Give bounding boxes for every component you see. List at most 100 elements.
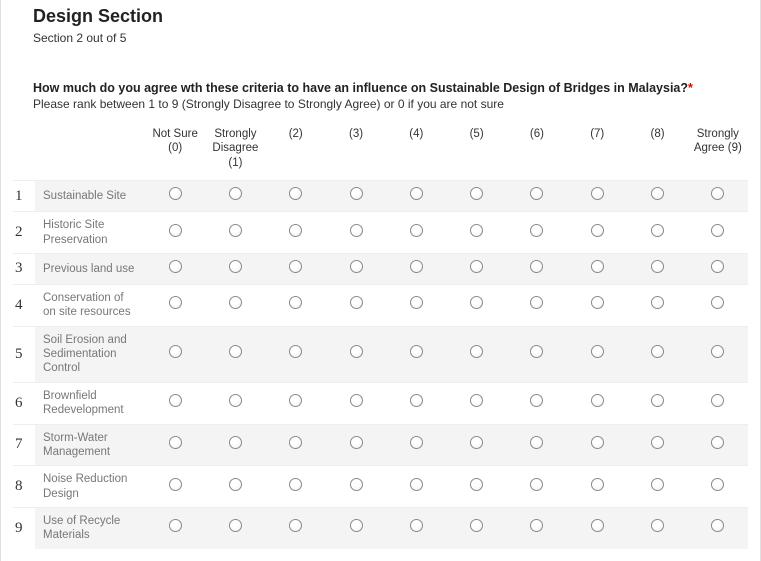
radio-option[interactable] — [470, 224, 483, 237]
radio-cell — [507, 466, 567, 508]
radio-cell — [446, 466, 506, 508]
radio-option[interactable] — [591, 478, 604, 491]
radio-option[interactable] — [350, 296, 363, 309]
radio-option[interactable] — [350, 478, 363, 491]
radio-option[interactable] — [289, 187, 302, 200]
radio-option[interactable] — [651, 436, 664, 449]
radio-option[interactable] — [169, 478, 182, 491]
radio-option[interactable] — [350, 260, 363, 273]
radio-option[interactable] — [350, 345, 363, 358]
radio-option[interactable] — [470, 394, 483, 407]
radio-option[interactable] — [410, 436, 423, 449]
radio-option[interactable] — [530, 519, 543, 532]
radio-option[interactable] — [470, 519, 483, 532]
radio-cell — [688, 508, 748, 549]
radio-option[interactable] — [289, 519, 302, 532]
radio-option[interactable] — [591, 296, 604, 309]
radio-option[interactable] — [289, 224, 302, 237]
radio-option[interactable] — [350, 436, 363, 449]
radio-option[interactable] — [711, 394, 724, 407]
radio-option[interactable] — [470, 436, 483, 449]
radio-option[interactable] — [651, 394, 664, 407]
radio-option[interactable] — [591, 519, 604, 532]
radio-option[interactable] — [530, 478, 543, 491]
radio-option[interactable] — [470, 478, 483, 491]
radio-option[interactable] — [711, 519, 724, 532]
radio-option[interactable] — [350, 394, 363, 407]
radio-option[interactable] — [289, 296, 302, 309]
radio-option[interactable] — [229, 436, 242, 449]
radio-option[interactable] — [530, 394, 543, 407]
radio-option[interactable] — [711, 187, 724, 200]
radio-option[interactable] — [591, 394, 604, 407]
radio-option[interactable] — [591, 436, 604, 449]
radio-option[interactable] — [410, 394, 423, 407]
radio-option[interactable] — [169, 345, 182, 358]
radio-option[interactable] — [289, 478, 302, 491]
radio-option[interactable] — [229, 345, 242, 358]
radio-option[interactable] — [169, 260, 182, 273]
radio-cell — [266, 424, 326, 466]
radio-option[interactable] — [169, 519, 182, 532]
radio-option[interactable] — [229, 187, 242, 200]
radio-option[interactable] — [530, 260, 543, 273]
radio-option[interactable] — [289, 394, 302, 407]
radio-option[interactable] — [229, 260, 242, 273]
radio-cell — [507, 253, 567, 284]
radio-cell — [627, 382, 687, 424]
table-row: 9Use of Recycle Materials — [13, 508, 748, 549]
col-header: (6) — [507, 123, 567, 181]
radio-option[interactable] — [530, 296, 543, 309]
radio-option[interactable] — [651, 519, 664, 532]
radio-option[interactable] — [711, 296, 724, 309]
radio-option[interactable] — [470, 260, 483, 273]
radio-option[interactable] — [530, 224, 543, 237]
radio-option[interactable] — [350, 224, 363, 237]
radio-option[interactable] — [410, 296, 423, 309]
radio-option[interactable] — [530, 345, 543, 358]
radio-option[interactable] — [169, 224, 182, 237]
radio-option[interactable] — [651, 345, 664, 358]
radio-option[interactable] — [169, 394, 182, 407]
radio-option[interactable] — [651, 187, 664, 200]
radio-option[interactable] — [591, 260, 604, 273]
radio-option[interactable] — [410, 187, 423, 200]
radio-option[interactable] — [591, 187, 604, 200]
radio-option[interactable] — [530, 436, 543, 449]
radio-option[interactable] — [591, 224, 604, 237]
radio-option[interactable] — [651, 224, 664, 237]
radio-option[interactable] — [711, 436, 724, 449]
radio-option[interactable] — [350, 519, 363, 532]
radio-option[interactable] — [350, 187, 363, 200]
radio-option[interactable] — [410, 260, 423, 273]
radio-option[interactable] — [410, 345, 423, 358]
radio-option[interactable] — [229, 394, 242, 407]
radio-option[interactable] — [169, 436, 182, 449]
radio-option[interactable] — [289, 436, 302, 449]
radio-option[interactable] — [651, 260, 664, 273]
radio-option[interactable] — [410, 224, 423, 237]
radio-option[interactable] — [530, 187, 543, 200]
radio-option[interactable] — [711, 260, 724, 273]
radio-option[interactable] — [229, 224, 242, 237]
radio-option[interactable] — [229, 296, 242, 309]
radio-option[interactable] — [229, 478, 242, 491]
radio-option[interactable] — [169, 296, 182, 309]
radio-option[interactable] — [410, 478, 423, 491]
radio-option[interactable] — [289, 345, 302, 358]
radio-option[interactable] — [470, 187, 483, 200]
row-label: Storm-Water Management — [35, 424, 145, 466]
radio-option[interactable] — [711, 478, 724, 491]
radio-option[interactable] — [711, 224, 724, 237]
radio-option[interactable] — [289, 260, 302, 273]
radio-option[interactable] — [169, 187, 182, 200]
radio-option[interactable] — [470, 296, 483, 309]
radio-option[interactable] — [410, 519, 423, 532]
radio-option[interactable] — [651, 478, 664, 491]
radio-option[interactable] — [229, 519, 242, 532]
radio-cell — [266, 326, 326, 382]
radio-option[interactable] — [711, 345, 724, 358]
radio-option[interactable] — [470, 345, 483, 358]
radio-option[interactable] — [651, 296, 664, 309]
radio-option[interactable] — [591, 345, 604, 358]
